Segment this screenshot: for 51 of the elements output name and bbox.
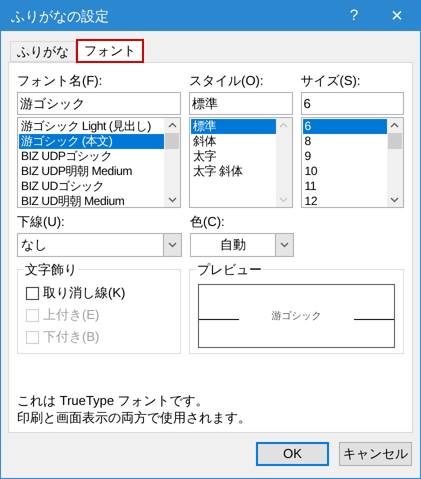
text-field[interactable]: 游ゴシック — [17, 92, 182, 115]
scrollbar[interactable] — [164, 118, 180, 207]
info-text: これは TrueType フォントです。 — [17, 392, 210, 409]
list-item[interactable]: BIZ UDPゴシック — [19, 149, 164, 164]
scroll-down-icon[interactable] — [390, 197, 400, 203]
list-item[interactable]: BIZ UD明朝 Medium — [19, 194, 164, 207]
scroll-down-icon[interactable] — [168, 197, 177, 203]
text-field[interactable]: 標準 — [189, 92, 293, 115]
checkbox-label: 取り消し線(K) — [43, 284, 126, 302]
list-item[interactable]: 太字 — [191, 149, 276, 164]
list-item[interactable]: 8 — [302, 134, 387, 149]
field-label: 下線(U): — [17, 213, 66, 231]
preview-text: 游ゴシック — [270, 310, 323, 324]
chevron-down-icon — [168, 242, 177, 248]
scroll-up-icon[interactable] — [390, 122, 400, 128]
scroll-up-icon[interactable] — [168, 122, 177, 128]
tab[interactable]: ふりがな — [10, 41, 76, 62]
field-label: 色(C): — [190, 213, 226, 231]
checkbox-label: 下付き(B) — [43, 328, 100, 346]
tab[interactable]: フォント — [76, 39, 144, 63]
dropdown[interactable]: なし — [17, 233, 182, 257]
scrollbar-thumb[interactable] — [165, 133, 180, 149]
list-item[interactable]: BIZ UDゴシック — [19, 179, 164, 194]
window-title: ふりがなの設定 — [10, 6, 110, 26]
text-field[interactable]: 6 — [300, 92, 404, 115]
field-label: サイズ(S): — [300, 72, 362, 90]
checkbox-label: 上付き(E) — [43, 306, 100, 324]
list-item[interactable]: BIZ UDP明朝 Medium — [19, 164, 164, 179]
help-button[interactable]: ? — [334, 1, 374, 31]
list-item[interactable]: 游ゴシック (本文) — [19, 134, 164, 149]
list-item[interactable]: 斜体 — [191, 134, 276, 149]
field-label: フォント名(F): — [17, 72, 104, 90]
list-item[interactable]: 游ゴシック Light (見出し) — [19, 119, 164, 134]
list-item[interactable]: 11 — [302, 179, 387, 194]
group-title: 文字飾り — [24, 260, 78, 280]
dialog-button[interactable]: キャンセル — [339, 442, 412, 466]
chevron-down-icon — [280, 242, 289, 248]
field-label: スタイル(O): — [189, 72, 264, 90]
close-button[interactable]: × — [374, 1, 420, 31]
list-item[interactable]: 12 — [302, 194, 387, 207]
list-item[interactable]: 9 — [302, 149, 387, 164]
scrollbar-thumb[interactable] — [388, 133, 402, 149]
list-item[interactable]: 標準 — [191, 119, 276, 134]
scrollbar[interactable] — [386, 118, 403, 207]
dropdown[interactable]: 自動 — [190, 233, 294, 257]
list-item[interactable]: 太字 斜体 — [191, 164, 276, 179]
list-item[interactable]: 6 — [302, 119, 387, 134]
info-text: 印刷と画面表示の両方で使用されます。 — [17, 409, 252, 426]
checkbox[interactable] — [26, 286, 39, 300]
list-item[interactable]: 10 — [302, 164, 387, 179]
dialog-button[interactable]: OK — [256, 442, 329, 466]
